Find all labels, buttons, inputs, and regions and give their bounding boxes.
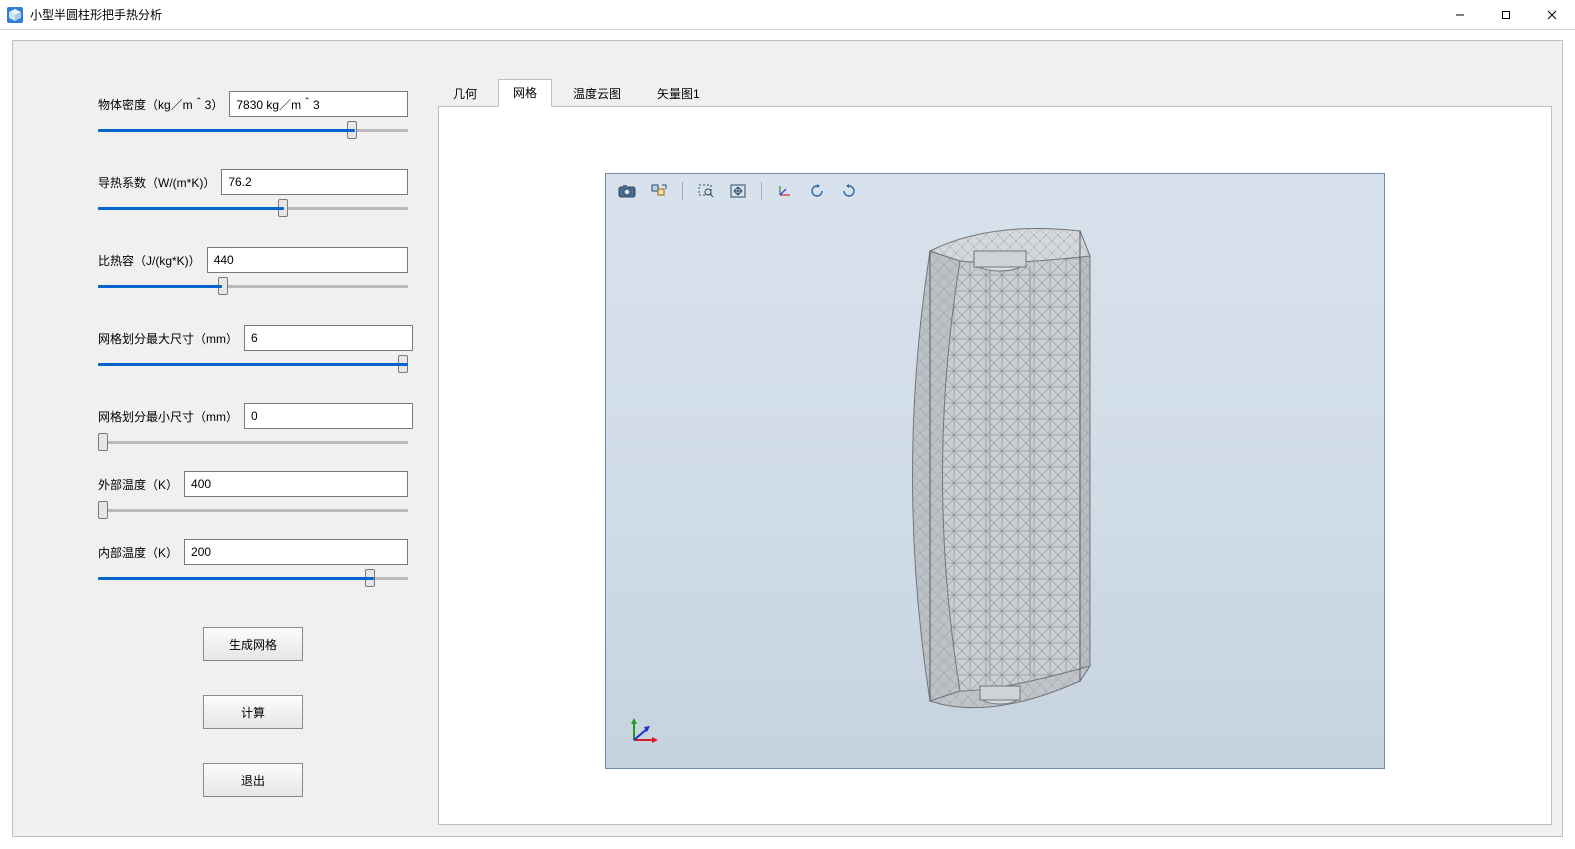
specheat-input[interactable]: [207, 247, 408, 273]
parameter-panel: 物体密度（kg／m＾3） 导热系数（W/(m*K)）: [98, 91, 408, 797]
close-button[interactable]: [1529, 0, 1575, 30]
select-mode-icon[interactable]: [646, 180, 672, 202]
meshmax-label: 网格划分最大尺寸（mm）: [98, 330, 238, 347]
tab-content: [438, 106, 1552, 825]
density-input[interactable]: [229, 91, 408, 117]
density-label: 物体密度（kg／m＾3）: [98, 96, 223, 113]
meshmin-input[interactable]: [244, 403, 413, 429]
density-slider[interactable]: [98, 123, 408, 137]
tab-3[interactable]: 矢量图1: [642, 80, 715, 107]
maximize-button[interactable]: [1483, 0, 1529, 30]
thermal-slider[interactable]: [98, 201, 408, 215]
meshmax-slider[interactable]: [98, 357, 408, 371]
exit-button[interactable]: 退出: [203, 763, 303, 797]
tempout-slider[interactable]: [98, 503, 408, 517]
right-panel: 几何网格温度云图矢量图1: [438, 81, 1552, 826]
titlebar: 小型半圆柱形把手热分析: [0, 0, 1575, 30]
tab-1[interactable]: 网格: [498, 79, 552, 107]
thermal-input[interactable]: [221, 169, 408, 195]
tempout-label: 外部温度（K）: [98, 476, 178, 493]
rotate-ccw-icon[interactable]: [804, 180, 830, 202]
tempin-slider[interactable]: [98, 571, 408, 585]
app-icon: [6, 6, 24, 24]
minimize-button[interactable]: [1437, 0, 1483, 30]
tab-2[interactable]: 温度云图: [558, 80, 636, 107]
inner-window: 物体密度（kg／m＾3） 导热系数（W/(m*K)）: [12, 40, 1563, 837]
mesh-render: [890, 211, 1100, 731]
meshmin-label: 网格划分最小尺寸（mm）: [98, 408, 238, 425]
rotate-cw-icon[interactable]: [836, 180, 862, 202]
meshmin-slider[interactable]: [98, 435, 408, 449]
viewport-toolbar: [614, 180, 862, 202]
camera-icon[interactable]: [614, 180, 640, 202]
fit-view-icon[interactable]: [725, 180, 751, 202]
generate-mesh-button[interactable]: 生成网格: [203, 627, 303, 661]
tempin-input[interactable]: [184, 539, 408, 565]
thermal-label: 导热系数（W/(m*K)）: [98, 174, 215, 191]
tabbar: 几何网格温度云图矢量图1: [438, 81, 1552, 107]
tempin-label: 内部温度（K）: [98, 544, 178, 561]
axes-icon[interactable]: [772, 180, 798, 202]
zoom-region-icon[interactable]: [693, 180, 719, 202]
tab-0[interactable]: 几何: [438, 80, 492, 107]
specheat-slider[interactable]: [98, 279, 408, 293]
meshmax-input[interactable]: [244, 325, 413, 351]
window-title: 小型半圆柱形把手热分析: [30, 6, 162, 23]
mesh-viewport[interactable]: [605, 173, 1385, 769]
calculate-button[interactable]: 计算: [203, 695, 303, 729]
action-buttons: 生成网格 计算 退出: [98, 627, 408, 797]
orientation-triad-icon[interactable]: [624, 710, 664, 750]
specheat-label: 比热容（J/(kg*K)）: [98, 252, 201, 269]
tempout-input[interactable]: [184, 471, 408, 497]
outer-container: 物体密度（kg／m＾3） 导热系数（W/(m*K)）: [0, 30, 1575, 849]
